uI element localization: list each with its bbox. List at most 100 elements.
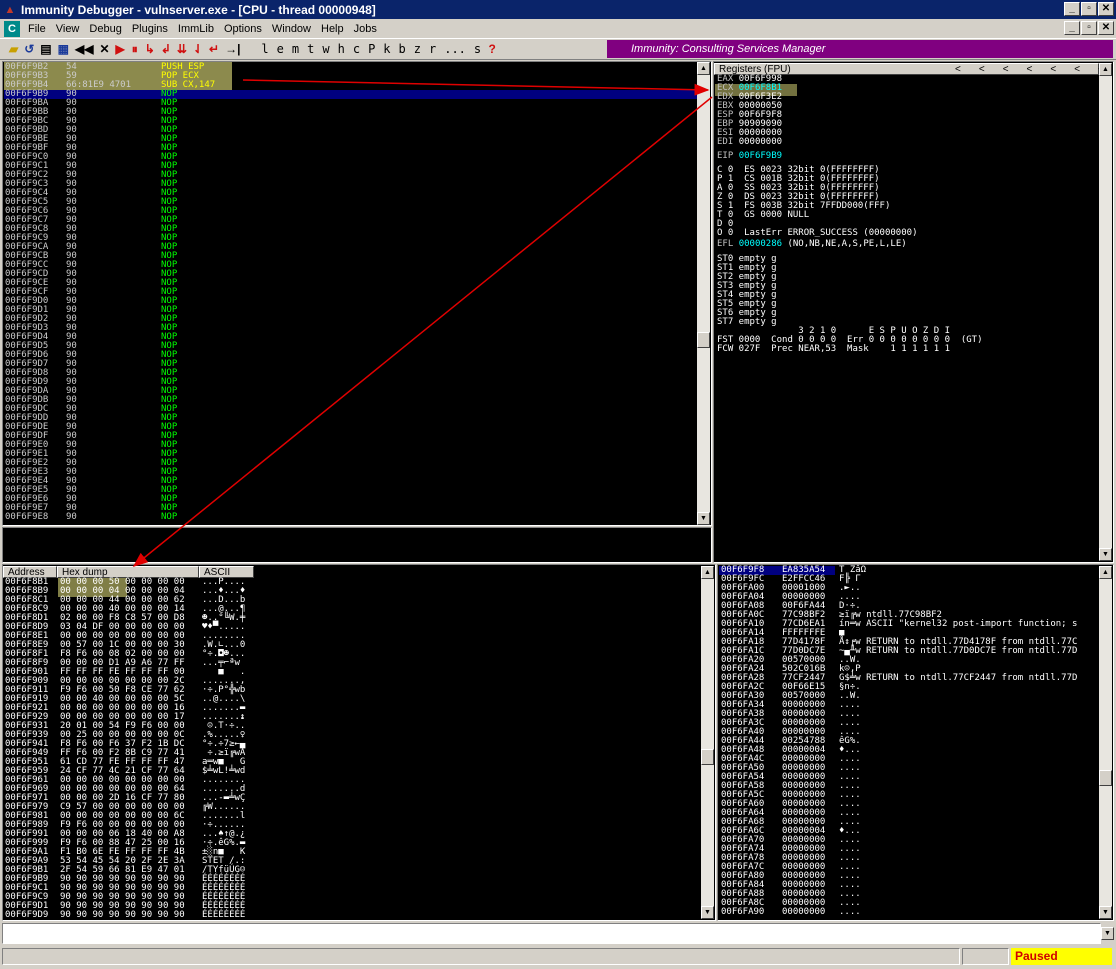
bug-app-icon: ▲ <box>4 3 16 16</box>
dump-scroll-down-icon[interactable]: ▼ <box>701 906 714 919</box>
menu-bar: C File View Debug Plugins ImmLib Options… <box>0 19 1116 38</box>
menu-debug[interactable]: Debug <box>85 23 127 35</box>
dump-bytes: 90 90 90 90 90 90 90 90 <box>60 910 185 920</box>
register-value: 00F6F9B9 <box>738 151 783 161</box>
dump-scroll-thumb[interactable] <box>701 749 714 765</box>
close-button[interactable]: ✕ <box>1098 2 1114 16</box>
tb-modules-button[interactable]: e <box>273 40 288 58</box>
dump-scrollbar[interactable]: ▲ ▼ <box>701 566 714 919</box>
status-paused-badge: Paused <box>1011 948 1112 965</box>
cpu-window-icon[interactable]: C <box>4 20 20 37</box>
tb-patches-button[interactable]: P <box>364 40 379 58</box>
register-edi[interactable]: EDI 00000000 <box>717 138 782 147</box>
tb-cpu-button[interactable]: c <box>349 40 364 58</box>
dump-address: 00F6F9D9 <box>5 910 49 920</box>
status-slot <box>962 948 1009 965</box>
scroll-thumb[interactable] <box>697 332 710 348</box>
scroll-down-icon[interactable]: ▼ <box>697 512 710 525</box>
selected-row-highlight <box>4 90 697 99</box>
disasm-instruction: NOP <box>161 512 178 522</box>
help-button[interactable]: ? <box>485 40 499 58</box>
stack-scroll-up-icon[interactable]: ▲ <box>1099 566 1112 579</box>
stack-comment: G$╧w RETURN to ntdll.77CF2447 from ntdll… <box>839 673 1078 683</box>
registers-scrollbar[interactable]: ▲ ▼ <box>1099 63 1112 561</box>
status-message <box>2 948 960 965</box>
restart-icon[interactable]: ↺ <box>21 40 37 58</box>
tb-handles-button[interactable]: h <box>334 40 349 58</box>
menu-jobs[interactable]: Jobs <box>350 23 383 35</box>
menu-view[interactable]: View <box>52 23 86 35</box>
child-close-button[interactable]: ✕ <box>1098 21 1114 35</box>
register-value: 00000000 <box>738 137 783 147</box>
tb-log-button[interactable]: l <box>257 40 272 58</box>
menu-options[interactable]: Options <box>220 23 268 35</box>
disasm-scrollbar[interactable]: ▲ ▼ <box>697 62 710 525</box>
disasm-hex: 90 <box>66 512 77 522</box>
tb-runtrace-button[interactable]: ... <box>440 40 470 58</box>
command-line-input[interactable] <box>2 923 1101 944</box>
stack-scrollbar[interactable]: ▲ ▼ <box>1099 566 1112 919</box>
menu-file[interactable]: File <box>24 23 52 35</box>
reg-scroll-down-icon[interactable]: ▼ <box>1099 548 1112 561</box>
step-into-button[interactable]: ↳ <box>142 40 158 58</box>
memory-icon[interactable]: ▤ <box>37 40 54 58</box>
tb-memory-button[interactable]: m <box>288 40 303 58</box>
tb-breakpoints-button[interactable]: b <box>395 40 410 58</box>
step-over-button[interactable]: ↲ <box>158 40 174 58</box>
reg-scroll-up-icon[interactable]: ▲ <box>1099 63 1112 76</box>
stack-comment: ín═w ASCII "kernel32 post-import functio… <box>839 619 1078 629</box>
stack-comment: ~▄╨w RETURN to ntdll.77D0DC7E from ntdll… <box>839 646 1078 656</box>
dropdown-arrow-icon[interactable]: ▼ <box>1101 927 1114 940</box>
dump-scroll-up-icon[interactable]: ▲ <box>701 566 714 579</box>
stack-comment: .... <box>839 907 861 917</box>
fcw-text: FCW 027F Prec NEAR,53 Mask 1 1 1 1 1 1 <box>717 344 950 354</box>
stack-scroll-thumb[interactable] <box>1099 770 1112 786</box>
app-window: ▲ Immunity Debugger - vulnserver.exe - [… <box>0 0 1116 969</box>
register-efl[interactable]: EFL 00000286 (NO,NB,NE,A,S,PE,L,LE) <box>717 240 907 249</box>
register-nav-arrows[interactable]: <<<<<<<<< <box>955 64 1116 75</box>
trace-over-button[interactable]: ⇃ <box>190 40 206 58</box>
go-to-button[interactable]: →| <box>222 40 243 58</box>
tb-source-button[interactable]: s <box>470 40 485 58</box>
tb-references-button[interactable]: r <box>425 40 440 58</box>
rewind-button[interactable]: ◀◀ <box>72 40 96 58</box>
tb-z-button[interactable]: z <box>410 40 425 58</box>
dump-ascii: ÉÉÉÉÉÉÉÉ <box>202 910 246 920</box>
graph-icon[interactable]: ▦ <box>55 40 72 58</box>
flag-text: O 0 LastErr ERROR_SUCCESS (00000000) <box>717 228 918 238</box>
stack-scroll-down-icon[interactable]: ▼ <box>1099 906 1112 919</box>
tb-callstack-button[interactable]: k <box>379 40 394 58</box>
command-history-dropdown[interactable]: ▼ <box>1101 923 1114 944</box>
child-restore-button[interactable]: ▫ <box>1081 21 1097 35</box>
register-value: 00000286 <box>738 239 783 249</box>
menu-help[interactable]: Help <box>317 23 350 35</box>
menu-window[interactable]: Window <box>268 23 317 35</box>
consulting-banner[interactable]: Immunity: Consulting Services Manager <box>607 40 1113 58</box>
status-bar <box>0 946 1116 969</box>
flag-line[interactable]: O 0 LastErr ERROR_SUCCESS (00000000) <box>717 229 917 238</box>
tb-windows-button[interactable]: w <box>318 40 333 58</box>
register-eip[interactable]: EIP 00F6F9B9 <box>717 152 782 161</box>
scroll-up-icon[interactable]: ▲ <box>697 62 710 75</box>
register-name: EIP <box>717 151 739 161</box>
child-minimize-button[interactable]: _ <box>1064 21 1080 35</box>
close-program-button[interactable]: ✕ <box>96 40 112 58</box>
tb-threads-button[interactable]: t <box>303 40 318 58</box>
pause-button[interactable]: ⏸ <box>128 40 142 58</box>
fcw-line[interactable]: FCW 027F Prec NEAR,53 Mask 1 1 1 1 1 1 <box>717 345 950 354</box>
register-name: EFL <box>717 239 739 249</box>
title-bar[interactable]: ▲ Immunity Debugger - vulnserver.exe - [… <box>0 0 1116 19</box>
menu-plugins[interactable]: Plugins <box>128 23 174 35</box>
disasm-address: 00F6F9E8 <box>5 512 49 522</box>
open-folder-icon[interactable]: ▰ <box>6 40 21 58</box>
stack-value: 00000000 <box>782 907 826 917</box>
execute-till-return-button[interactable]: ↵ <box>206 40 222 58</box>
menu-immlib[interactable]: ImmLib <box>174 23 220 35</box>
stack-address: 00F6FA90 <box>721 907 765 917</box>
restore-button[interactable]: ▫ <box>1081 2 1097 16</box>
minimize-button[interactable]: _ <box>1064 2 1080 16</box>
disassembler-pane[interactable] <box>2 61 712 526</box>
run-button[interactable]: ▶ <box>113 40 128 58</box>
trace-into-button[interactable]: ⇊ <box>174 40 190 58</box>
window-title: Immunity Debugger - vulnserver.exe - [CP… <box>21 2 376 17</box>
